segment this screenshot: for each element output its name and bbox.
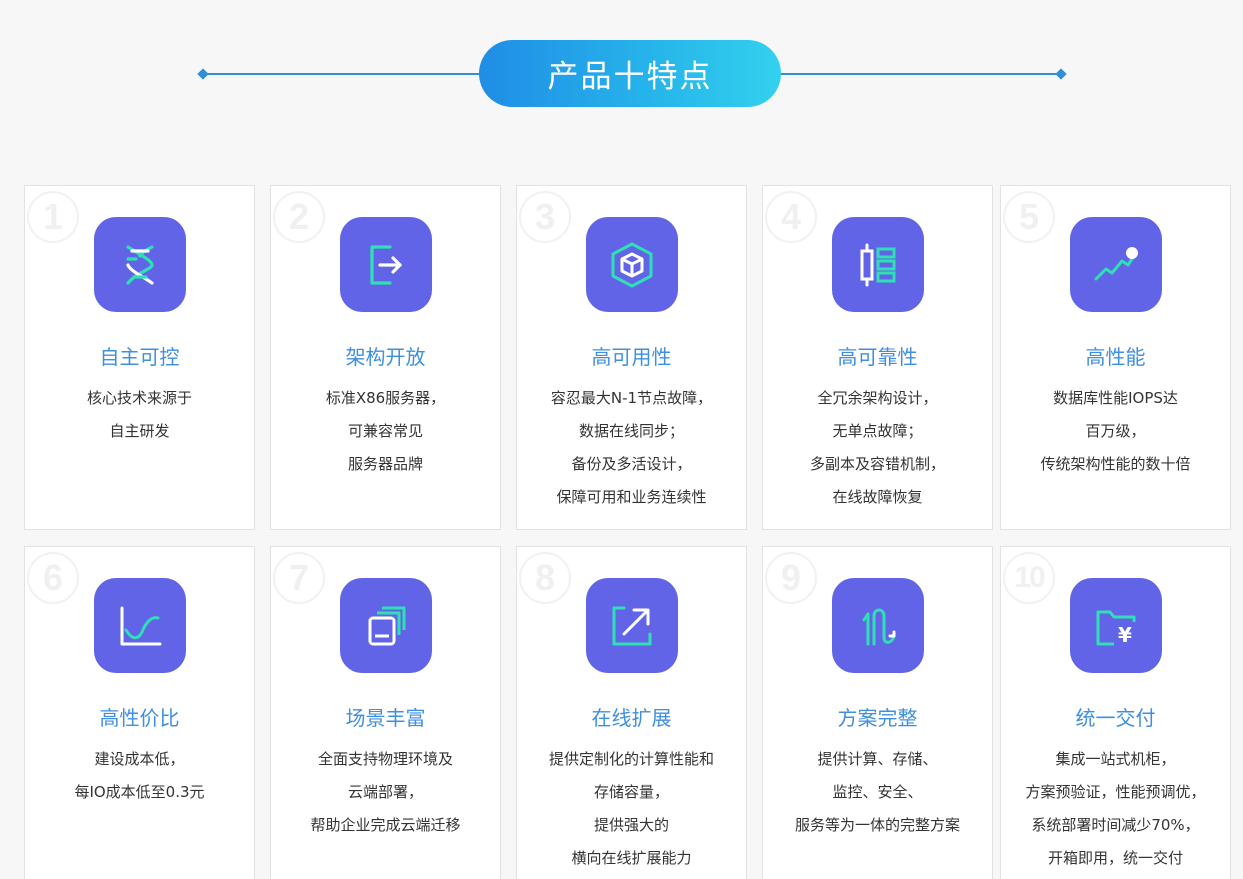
stacked-windows-icon bbox=[339, 578, 432, 673]
feature-grid: 1 自主可控 核心技术来源于 自主研发 2 架构开放 标准X86服务器， 可兼容… bbox=[0, 0, 1243, 879]
feature-number: 3 bbox=[519, 191, 571, 243]
feature-description-line: 系统部署时间减少70%， bbox=[1031, 816, 1200, 834]
feature-title: 高可靠性 bbox=[837, 345, 918, 369]
feature-title: 场景丰富 bbox=[345, 706, 426, 730]
feature-description-line: 容忍最大N-1节点故障， bbox=[550, 389, 713, 407]
feature-description: 容忍最大N-1节点故障， 数据在线同步； 备份及多活设计， 保障可用和业务连续性 bbox=[523, 382, 740, 514]
integrated-path-icon bbox=[831, 578, 924, 673]
feature-description-line: 多副本及容错机制， bbox=[809, 455, 945, 473]
feature-description: 提供定制化的计算性能和 存储容量， 提供强大的 横向在线扩展能力 bbox=[523, 743, 740, 875]
feature-description: 提供计算、存储、 监控、安全、 服务等为一体的完整方案 bbox=[769, 743, 986, 842]
cost-curve-icon bbox=[93, 578, 186, 673]
feature-title: 自主可控 bbox=[99, 345, 180, 369]
performance-trend-icon bbox=[1069, 217, 1162, 312]
feature-description-line: 方案预验证，性能预调优， bbox=[1025, 783, 1206, 801]
feature-description-line: 集成一站式机柜， bbox=[1055, 750, 1176, 768]
feature-description: 标准X86服务器， 可兼容常见 服务器品牌 bbox=[277, 382, 494, 481]
feature-number: 8 bbox=[519, 552, 571, 604]
feature-title: 方案完整 bbox=[837, 706, 918, 730]
feature-description-line: 全面支持物理环境及 bbox=[317, 750, 453, 768]
feature-card-6[interactable]: 6 高性价比 建设成本低， 每IO成本低至0.3元 bbox=[24, 546, 255, 879]
feature-card-1[interactable]: 1 自主可控 核心技术来源于 自主研发 bbox=[24, 185, 255, 530]
feature-description-line: 保障可用和业务连续性 bbox=[556, 488, 707, 506]
feature-description-line: 百万级， bbox=[1085, 422, 1146, 440]
feature-title: 高性能 bbox=[1085, 345, 1146, 369]
feature-description: 建设成本低， 每IO成本低至0.3元 bbox=[31, 743, 248, 809]
feature-number: 4 bbox=[765, 191, 817, 243]
feature-description-line: 数据库性能IOPS达 bbox=[1053, 389, 1178, 407]
feature-card-5[interactable]: 5 高性能 数据库性能IOPS达 百万级， 传统架构性能的数十倍 bbox=[1000, 185, 1231, 530]
feature-description-line: 备份及多活设计， bbox=[571, 455, 692, 473]
feature-card-8[interactable]: 8 在线扩展 提供定制化的计算性能和 存储容量， 提供强大的 横向在线扩展能力 bbox=[516, 546, 747, 879]
feature-card-4[interactable]: 4 高可靠性 全冗余架构设计， 无单点故障； 多副本及容错机制， 在线故障恢复 bbox=[762, 185, 993, 530]
feature-card-9[interactable]: 9 方案完整 提供计算、存储、 监控、安全、 服务等为一体的完整方案 bbox=[762, 546, 993, 879]
feature-number: 5 bbox=[1003, 191, 1055, 243]
feature-title: 高可用性 bbox=[591, 345, 672, 369]
redundancy-icon bbox=[831, 217, 924, 312]
feature-description-line: 监控、安全、 bbox=[832, 783, 923, 801]
cube-icon bbox=[585, 217, 678, 312]
feature-description-line: 标准X86服务器， bbox=[325, 389, 446, 407]
feature-description-line: 可兼容常见 bbox=[347, 422, 423, 440]
feature-description-line: 自主研发 bbox=[109, 422, 170, 440]
feature-description-line: 全冗余架构设计， bbox=[817, 389, 938, 407]
feature-description: 全面支持物理环境及 云端部署， 帮助企业完成云端迁移 bbox=[277, 743, 494, 842]
feature-description-line: 提供强大的 bbox=[593, 816, 669, 834]
feature-description-line: 服务等为一体的完整方案 bbox=[794, 816, 960, 834]
feature-description-line: 提供定制化的计算性能和 bbox=[548, 750, 714, 768]
feature-description-line: 存储容量， bbox=[593, 783, 669, 801]
feature-description-line: 传统架构性能的数十倍 bbox=[1040, 455, 1191, 473]
svg-text:¥: ¥ bbox=[1118, 623, 1132, 647]
feature-description-line: 在线故障恢复 bbox=[832, 488, 923, 506]
feature-description: 集成一站式机柜， 方案预验证，性能预调优， 系统部署时间减少70%， 开箱即用，… bbox=[1007, 743, 1224, 875]
feature-card-3[interactable]: 3 高可用性 容忍最大N-1节点故障， 数据在线同步； 备份及多活设计， 保障可… bbox=[516, 185, 747, 530]
open-door-icon bbox=[339, 217, 432, 312]
feature-number: 6 bbox=[27, 552, 79, 604]
feature-description-line: 服务器品牌 bbox=[347, 455, 423, 473]
feature-description: 全冗余架构设计， 无单点故障； 多副本及容错机制， 在线故障恢复 bbox=[769, 382, 986, 514]
feature-number: 1 bbox=[27, 191, 79, 243]
feature-card-7[interactable]: 7 场景丰富 全面支持物理环境及 云端部署， 帮助企业完成云端迁移 bbox=[270, 546, 501, 879]
feature-description-line: 每IO成本低至0.3元 bbox=[74, 783, 205, 801]
feature-number: 2 bbox=[273, 191, 325, 243]
feature-title: 架构开放 bbox=[345, 345, 426, 369]
feature-description-line: 建设成本低， bbox=[94, 750, 185, 768]
feature-title: 在线扩展 bbox=[591, 706, 672, 730]
feature-description-line: 提供计算、存储、 bbox=[817, 750, 938, 768]
feature-description: 核心技术来源于 自主研发 bbox=[31, 382, 248, 448]
feature-description-line: 帮助企业完成云端迁移 bbox=[310, 816, 461, 834]
yen-folder-icon: ¥ bbox=[1069, 578, 1162, 673]
feature-title: 高性价比 bbox=[99, 706, 180, 730]
feature-description-line: 数据在线同步； bbox=[578, 422, 684, 440]
feature-description-line: 开箱即用，统一交付 bbox=[1047, 849, 1183, 867]
feature-description-line: 核心技术来源于 bbox=[86, 389, 192, 407]
feature-number: 10 bbox=[1003, 552, 1055, 604]
feature-card-2[interactable]: 2 架构开放 标准X86服务器， 可兼容常见 服务器品牌 bbox=[270, 185, 501, 530]
feature-title: 统一交付 bbox=[1075, 706, 1156, 730]
feature-number: 9 bbox=[765, 552, 817, 604]
expand-arrow-icon bbox=[585, 578, 678, 673]
feature-card-10[interactable]: 10 ¥ 统一交付 集成一站式机柜， 方案预验证，性能预调优， 系统部署时间减少… bbox=[1000, 546, 1231, 879]
feature-number: 7 bbox=[273, 552, 325, 604]
dna-icon bbox=[93, 217, 186, 312]
feature-description-line: 无单点故障； bbox=[832, 422, 923, 440]
feature-description-line: 横向在线扩展能力 bbox=[571, 849, 692, 867]
feature-description: 数据库性能IOPS达 百万级， 传统架构性能的数十倍 bbox=[1007, 382, 1224, 481]
feature-description-line: 云端部署， bbox=[347, 783, 423, 801]
